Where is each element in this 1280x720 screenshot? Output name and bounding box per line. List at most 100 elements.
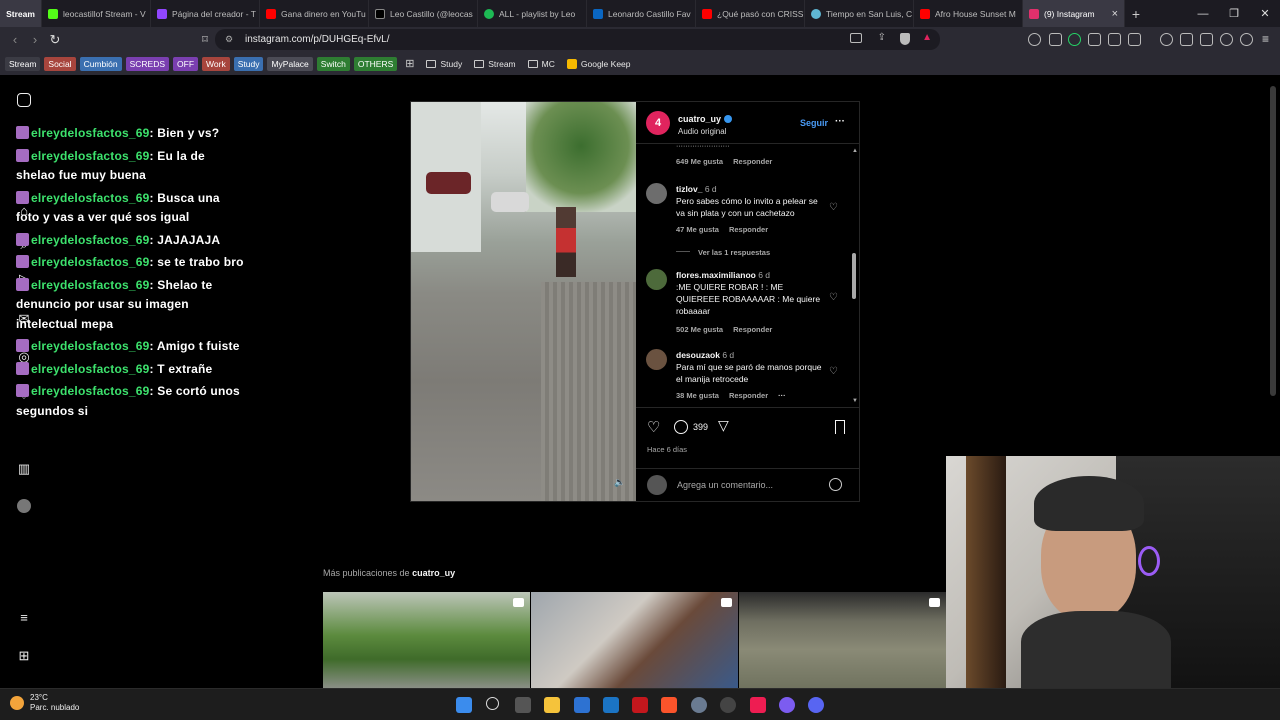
new-tab-button[interactable]: + [1125,6,1147,22]
bookmark-tag-off[interactable]: OFF [173,56,199,71]
scroll-up-icon[interactable]: ▲ [852,148,858,154]
comment-input[interactable]: Agrega un comentario... [677,480,773,490]
tab-twitch[interactable]: Página del creador - T [151,0,260,27]
bookmark-folder-mc[interactable]: MC [527,59,555,69]
forward-icon[interactable]: › [27,32,43,48]
app-red-icon[interactable] [632,697,648,713]
app-purple-icon[interactable] [779,697,795,713]
brave-shield-icon[interactable] [900,33,910,45]
author-avatar[interactable]: 4 [646,110,670,135]
more-menu-icon[interactable]: ≡ [17,611,31,625]
back-icon[interactable]: ‹ [7,32,23,48]
like-icon[interactable]: ♡ [647,418,660,436]
share-icon[interactable]: ⇪ [878,32,886,43]
bookmark-tag-social[interactable]: Social [44,56,76,71]
post-thumbnail[interactable] [531,592,738,688]
audio-label[interactable]: Audio original [678,127,732,136]
like-count[interactable]: 38 Me gusta [676,391,719,400]
music-icon[interactable] [1160,33,1173,46]
commenter-name[interactable]: tizlov_ [676,184,702,194]
post-thumbnail[interactable] [739,592,946,688]
site-info-icon[interactable]: ⚙ [225,34,233,45]
follow-button[interactable]: Seguir [800,118,828,128]
author-name[interactable]: cuatro_uy [678,114,721,124]
instagram-logo-icon[interactable] [17,93,31,107]
bookmark-tag-cumbion[interactable]: Cumbión [79,56,122,71]
brave-browser-icon[interactable] [661,697,677,713]
comments-scrollbar[interactable]: ▲ ▼ [850,148,858,406]
bookmark-tag-switch[interactable]: Switch [316,56,350,71]
reply-button[interactable]: Responder [733,157,772,166]
like-comment-icon[interactable]: ♡ [829,367,839,377]
tab-youtube-afro[interactable]: Afro House Sunset M [914,0,1023,27]
tab-youtube-earn[interactable]: Gana dinero en YouTu [260,0,369,27]
extensions-icon[interactable] [1108,33,1121,46]
tab-linkedin[interactable]: Leonardo Castillo Fav [587,0,696,27]
settings-icon[interactable] [691,697,707,713]
commenter-name[interactable]: desouzaok [676,350,720,360]
menu-icon[interactable]: ≡ [1262,32,1269,46]
file-explorer-icon[interactable] [544,697,560,713]
search-icon[interactable] [486,697,499,710]
app-icon[interactable] [603,697,619,713]
apps-grid-icon[interactable]: ⊞ [405,57,414,70]
reply-button[interactable]: Responder [729,391,768,400]
bookmark-tag-screds[interactable]: SCREDS [125,56,170,71]
tab-instagram[interactable]: (9) Instagram × [1023,0,1125,27]
profile-avatar[interactable] [17,499,31,513]
tab-kick[interactable]: leocastillof Stream - V [42,0,151,27]
bookmark-folder-study[interactable]: Study [426,59,462,69]
also-from-meta-icon[interactable]: ⊞ [17,649,31,663]
tiktok-live-icon[interactable] [750,697,766,713]
comment-icon[interactable] [674,420,688,434]
commenter-avatar[interactable] [646,349,667,370]
bookmark-google-keep[interactable]: Google Keep [566,58,631,69]
emoji-icon[interactable] [829,478,842,491]
like-comment-icon[interactable]: ♡ [829,293,839,303]
minimize-icon[interactable]: — [1187,0,1219,27]
task-view-icon[interactable] [515,697,531,713]
reply-button[interactable]: Responder [729,225,768,234]
view-replies-button[interactable]: Ver las 1 respuestas [676,247,770,259]
scroll-down-icon[interactable]: ▼ [852,398,858,404]
wallet-icon[interactable] [1200,33,1213,46]
share-icon[interactable]: ▽ [718,417,729,434]
commenter-avatar[interactable] [646,183,667,204]
bookmark-folder-stream[interactable]: Stream [474,59,516,69]
close-window-icon[interactable]: ✕ [1249,0,1280,27]
extension-window-icon[interactable] [1049,33,1062,46]
scrollbar-thumb[interactable] [852,253,856,299]
volume-icon[interactable]: 🔈 [614,477,625,488]
tab-weather[interactable]: Tiempo en San Luis, C [805,0,914,27]
page-scrollbar-thumb[interactable] [1270,86,1276,396]
bookmark-tag-others[interactable]: OTHERS [353,56,398,71]
bookmark-icon[interactable]: ⌑ [197,32,213,48]
tab-spotify[interactable]: ALL - playlist by Leo [478,0,587,27]
reload-icon[interactable]: ↻ [47,32,63,48]
start-icon[interactable] [456,697,472,713]
extension-glasses-icon[interactable] [1028,33,1041,46]
like-count[interactable]: 47 Me gusta [676,225,719,234]
reply-button[interactable]: Responder [733,325,772,334]
discord-icon[interactable] [808,697,824,713]
post-thumbnail[interactable] [323,592,530,688]
bookmark-tag-work[interactable]: Work [202,56,230,71]
like-comment-icon[interactable]: ♡ [829,203,839,213]
maximize-icon[interactable]: ❐ [1218,0,1250,27]
url-field[interactable]: ⚙ instagram.com/p/DUHGEq-EfvL/ ⇪ ▲ [215,29,940,50]
weather-widget[interactable]: 23°C Parc. nublado [10,693,79,713]
tab-youtube-criss[interactable]: ¿Qué pasó con CRISS [696,0,805,27]
screenshot-icon[interactable] [1128,33,1141,46]
screen-cast-icon[interactable] [850,33,862,43]
tab-tiktok[interactable]: Leo Castillo (@leocas [369,0,478,27]
post-video[interactable]: 🔈 [411,102,636,501]
leo-ai-icon[interactable] [1220,33,1233,46]
dashboard-icon[interactable]: ▥ [17,462,31,476]
close-tab-icon[interactable]: × [1112,8,1118,20]
comment-options-icon[interactable]: ··· [778,391,786,400]
more-options-icon[interactable]: ··· [835,116,845,127]
save-bookmark-icon[interactable] [835,420,845,434]
obs-icon[interactable] [720,697,736,713]
commenter-name[interactable]: flores.maximilianoo [676,270,756,280]
more-posts-author[interactable]: cuatro_uy [412,568,455,578]
